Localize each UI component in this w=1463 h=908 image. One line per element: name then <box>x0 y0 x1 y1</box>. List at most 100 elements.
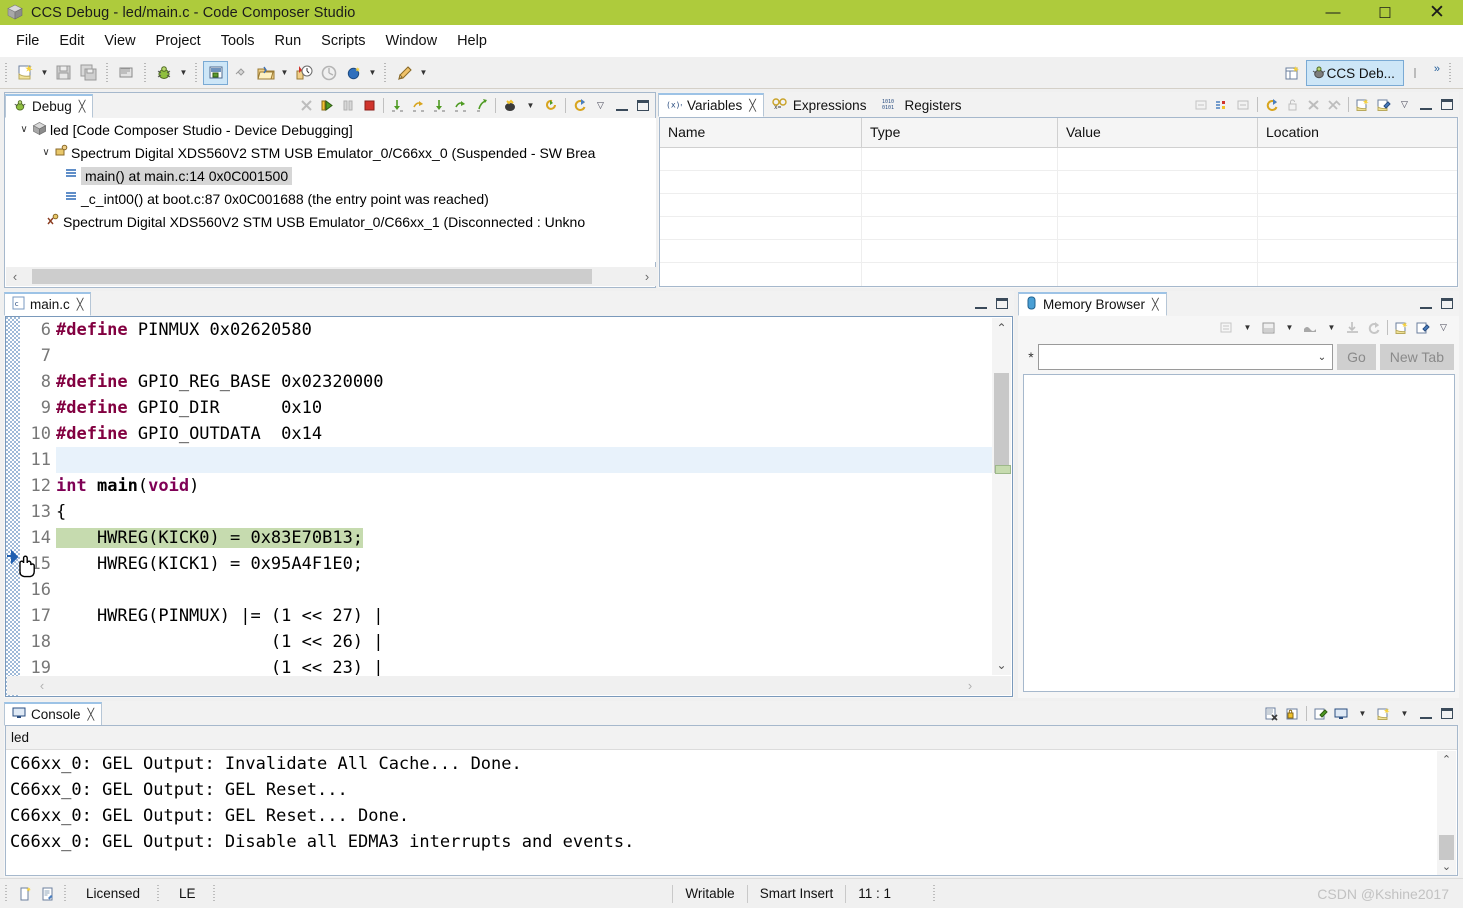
menu-project[interactable]: Project <box>146 29 211 53</box>
link-icon[interactable] <box>228 61 253 85</box>
code-line[interactable]: 7 <box>20 343 992 369</box>
pen-dropdown-icon[interactable]: ▼ <box>417 61 430 85</box>
refresh-icon[interactable] <box>569 95 590 116</box>
table-row[interactable] <box>660 194 1457 217</box>
view-menu-icon[interactable]: ▽ <box>1394 94 1415 115</box>
scroll-down-icon[interactable]: ⌄ <box>992 655 1011 675</box>
close-icon[interactable]: ╳ <box>1152 298 1159 311</box>
perspective-extra-icon[interactable] <box>1404 60 1430 86</box>
new-view-icon[interactable] <box>1391 317 1412 338</box>
code-line[interactable]: 16 <box>20 577 992 603</box>
scroll-right-icon[interactable]: › <box>961 678 979 693</box>
minimize-icon[interactable] <box>1415 703 1436 724</box>
console-vscrollbar[interactable]: ⌃ ⌄ <box>1437 751 1456 875</box>
scroll-left-icon[interactable]: ‹ <box>33 678 51 693</box>
drop-to-frame-menu-icon[interactable]: ▼ <box>520 95 541 116</box>
open-console-menu-icon[interactable]: ▼ <box>1394 703 1415 724</box>
table-row[interactable] <box>660 171 1457 194</box>
perspective-grip[interactable] <box>1448 63 1453 83</box>
menu-window[interactable]: Window <box>375 29 447 53</box>
tree-row[interactable]: ∨ Spectrum Digital XDS560V2 STM USB Emul… <box>6 141 656 164</box>
tree-row[interactable]: _c_int00() at boot.c:87 0x0C001688 (the … <box>6 187 656 210</box>
minimize-icon[interactable] <box>1415 293 1436 314</box>
tree-row[interactable]: main() at main.c:14 0x0C001500 <box>6 164 656 187</box>
code-line[interactable]: 19 (1 << 23) | <box>20 655 992 676</box>
code-line[interactable]: 6 #define PINMUX 0x02620580 <box>20 317 992 343</box>
tree-row[interactable]: Spectrum Digital XDS560V2 STM USB Emulat… <box>6 210 656 233</box>
tab-variables[interactable]: (x)= Variables ╳ <box>658 93 764 117</box>
menu-help[interactable]: Help <box>447 29 497 53</box>
maximize-icon[interactable] <box>632 95 653 116</box>
tab-debug[interactable]: Debug ╳ <box>5 94 94 118</box>
code-line[interactable]: 13 { <box>20 499 992 525</box>
maximize-icon[interactable] <box>991 293 1012 314</box>
save-icon[interactable] <box>51 61 76 85</box>
lock-scroll-icon[interactable] <box>1282 703 1303 724</box>
minimize-button[interactable]: — <box>1307 0 1359 25</box>
globe-icon[interactable] <box>341 61 366 85</box>
minimize-icon[interactable] <box>1415 94 1436 115</box>
menu-edit[interactable]: Edit <box>49 29 94 53</box>
code-lines[interactable]: 6 #define PINMUX 0x02620580 7 8 #define … <box>20 317 992 676</box>
step-into-icon[interactable] <box>387 95 408 116</box>
new-view-icon[interactable] <box>1352 94 1373 115</box>
resume-target-icon[interactable] <box>203 60 228 85</box>
menu-view[interactable]: View <box>94 29 145 53</box>
debug-launch-tree[interactable]: ∨ led [Code Composer Studio - Device Deb… <box>6 118 656 262</box>
go-button[interactable]: Go <box>1337 344 1376 370</box>
menu-file[interactable]: File <box>6 29 49 53</box>
memory-content-area[interactable] <box>1023 374 1455 692</box>
toolbar-grip[interactable] <box>143 62 148 83</box>
open-icon[interactable] <box>253 61 278 85</box>
tab-expressions[interactable]: x= Expressions <box>764 93 875 117</box>
terminate-icon[interactable] <box>359 95 380 116</box>
menu-scripts[interactable]: Scripts <box>311 29 375 53</box>
open-console-icon[interactable] <box>1373 703 1394 724</box>
pen-icon[interactable] <box>392 61 417 85</box>
scroll-thumb[interactable] <box>1439 835 1454 860</box>
close-icon[interactable]: ╳ <box>88 708 95 721</box>
close-icon[interactable]: ╳ <box>77 298 84 311</box>
scroll-down-icon[interactable]: ⌄ <box>1437 858 1456 875</box>
table-row[interactable] <box>660 148 1457 171</box>
code-line[interactable]: 15 HWREG(KICK1) = 0x95A4F1E0; <box>20 551 992 577</box>
close-icon[interactable]: ╳ <box>749 99 756 112</box>
run-to-line-icon[interactable] <box>471 95 492 116</box>
step-over-icon[interactable] <box>408 95 429 116</box>
scroll-track[interactable] <box>51 677 961 694</box>
print-icon[interactable] <box>114 61 139 85</box>
profile-icon[interactable] <box>316 61 341 85</box>
debug-tree-hscrollbar[interactable]: ‹ › <box>6 267 656 286</box>
scroll-thumb[interactable] <box>994 373 1009 473</box>
edit-icon[interactable] <box>1373 94 1394 115</box>
document-status-icon[interactable] <box>15 884 37 904</box>
console-output[interactable]: led C66xx_0: GEL Output: Invalidate All … <box>5 725 1458 876</box>
minimize-icon[interactable] <box>611 95 632 116</box>
save-memory-icon[interactable] <box>1258 317 1279 338</box>
code-editor[interactable]: 6 #define PINMUX 0x02620580 7 8 #define … <box>5 316 1013 697</box>
expand-icon[interactable] <box>1212 94 1233 115</box>
editor-vscrollbar[interactable]: ⌃ ⌄ <box>992 318 1011 675</box>
tab-main-c[interactable]: c main.c ╳ <box>4 292 92 316</box>
pin-console-icon[interactable] <box>1310 703 1331 724</box>
scroll-thumb[interactable] <box>32 269 592 284</box>
code-line-current[interactable]: 14 HWREG(KICK0) = 0x83E70B13; <box>20 525 992 551</box>
view-menu-icon[interactable]: ▽ <box>1433 317 1454 338</box>
menu-tools[interactable]: Tools <box>211 29 265 53</box>
maximize-icon[interactable] <box>1436 703 1457 724</box>
code-line[interactable]: 9 #define GPIO_DIR 0x10 <box>20 395 992 421</box>
debug-dropdown-icon[interactable]: ▼ <box>177 61 190 85</box>
code-line[interactable]: 11 <box>20 447 992 473</box>
restart-icon[interactable] <box>541 95 562 116</box>
globe-dropdown-icon[interactable]: ▼ <box>366 61 379 85</box>
maximize-button[interactable]: ☐ <box>1359 0 1411 25</box>
scroll-left-icon[interactable]: ‹ <box>6 269 24 284</box>
editor-marker-bar[interactable] <box>6 317 20 696</box>
resume-icon[interactable] <box>317 95 338 116</box>
editor-status-icon[interactable] <box>37 884 59 904</box>
scroll-right-icon[interactable]: › <box>638 269 656 284</box>
overview-ruler-current-line-mark[interactable] <box>995 465 1011 474</box>
column-header-type[interactable]: Type <box>862 118 1058 147</box>
close-button[interactable]: ✕ <box>1411 0 1463 25</box>
disconnect-icon[interactable] <box>296 95 317 116</box>
